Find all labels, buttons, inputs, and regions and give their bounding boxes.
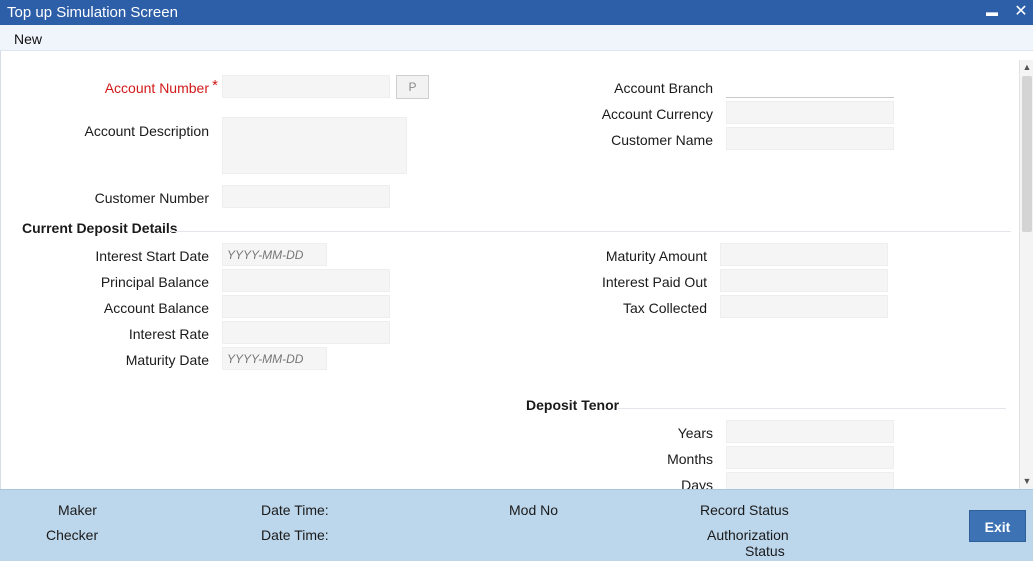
record-status-label: Record Status [700, 502, 789, 518]
checker-label: Checker [46, 527, 99, 543]
authorization-status-label-line2: Status [745, 543, 785, 559]
days-label: Days [681, 477, 713, 489]
months-input[interactable] [726, 446, 894, 469]
interest-paid-out-label: Interest Paid Out [601, 274, 707, 290]
vertical-scrollbar[interactable]: ▲ ▼ [1019, 60, 1033, 489]
principal-balance-input[interactable] [222, 269, 390, 292]
account-number-label: Account Number * [104, 77, 218, 96]
window-titlebar: Top up Simulation Screen ▬ ✕ [0, 0, 1033, 25]
maturity-date-label: Maturity Date [125, 352, 209, 368]
minimize-icon[interactable]: ▬ [980, 0, 1004, 25]
current-deposit-heading: Current Deposit Details [22, 220, 178, 236]
tenor-divider [618, 408, 1006, 409]
interest-start-date-label: Interest Start Date [95, 248, 209, 264]
months-label: Months [667, 451, 713, 467]
window-title: Top up Simulation Screen [7, 4, 178, 21]
days-input[interactable] [726, 472, 894, 489]
customer-number-input[interactable] [222, 185, 390, 208]
menu-bar: New [0, 25, 1033, 51]
account-branch-input[interactable] [726, 75, 894, 98]
account-branch-label: Account Branch [614, 80, 713, 96]
maturity-amount-label: Maturity Amount [605, 248, 707, 264]
audit-footer: Maker Checker Date Time: Date Time: Mod … [0, 489, 1033, 561]
new-menu-item[interactable]: New [14, 31, 42, 47]
required-mark: * [212, 77, 218, 94]
exit-button[interactable]: Exit [969, 510, 1026, 542]
years-input[interactable] [726, 420, 894, 443]
deposit-tenor-heading: Deposit Tenor [526, 397, 620, 413]
interest-start-date-input[interactable] [222, 243, 327, 266]
scroll-up-icon[interactable]: ▲ [1020, 60, 1033, 74]
customer-name-input[interactable] [726, 127, 894, 150]
interest-rate-label: Interest Rate [128, 326, 209, 342]
maker-label: Maker [58, 502, 97, 518]
principal-balance-label: Principal Balance [100, 274, 209, 290]
account-description-label: Account Description [84, 123, 209, 139]
years-label: Years [677, 425, 713, 441]
interest-rate-input[interactable] [222, 321, 390, 344]
section-divider [171, 231, 1011, 232]
authorization-status-label-line1: Authorization [707, 527, 789, 543]
account-description-input[interactable] [222, 117, 407, 174]
maturity-date-input[interactable] [222, 347, 327, 370]
checker-date-time-label: Date Time: [261, 527, 329, 543]
customer-number-label: Customer Number [94, 190, 209, 206]
interest-paid-out-input[interactable] [720, 269, 888, 292]
close-icon[interactable]: ✕ [1009, 0, 1033, 25]
account-currency-label: Account Currency [601, 106, 713, 122]
mod-no-label: Mod No [509, 502, 559, 518]
account-number-input[interactable] [222, 75, 390, 98]
account-lookup-button[interactable]: P [396, 75, 429, 99]
tax-collected-label: Tax Collected [622, 300, 707, 316]
maturity-amount-input[interactable] [720, 243, 888, 266]
scroll-down-icon[interactable]: ▼ [1020, 474, 1033, 488]
tax-collected-input[interactable] [720, 295, 888, 318]
account-currency-input[interactable] [726, 101, 894, 124]
maker-date-time-label: Date Time: [261, 502, 329, 518]
form-content: Account Number * P Account Description Cu… [0, 51, 1019, 489]
account-balance-label: Account Balance [103, 300, 209, 316]
scrollbar-thumb[interactable] [1022, 76, 1032, 232]
account-balance-input[interactable] [222, 295, 390, 318]
customer-name-label: Customer Name [611, 132, 713, 148]
